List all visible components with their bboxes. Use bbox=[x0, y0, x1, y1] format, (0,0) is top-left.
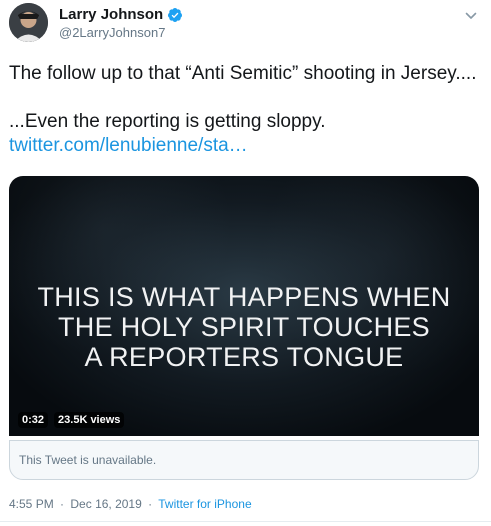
overlay-line: THIS IS WHAT HAPPENS WHEN bbox=[37, 282, 451, 312]
meta-separator: · bbox=[148, 497, 153, 511]
video-overlay-text: THIS IS WHAT HAPPENS WHEN THE HOLY SPIRI… bbox=[9, 282, 479, 372]
tweet-link[interactable]: twitter.com/lenubienne/sta… bbox=[9, 135, 248, 156]
author-display-name[interactable]: Larry Johnson bbox=[59, 6, 163, 23]
video-duration: 0:32 bbox=[18, 412, 49, 428]
video-views: 23.5K views bbox=[54, 412, 125, 428]
overlay-line: THE HOLY SPIRIT TOUCHES bbox=[58, 312, 430, 342]
avatar-image bbox=[9, 3, 48, 42]
avatar[interactable] bbox=[9, 3, 48, 42]
verified-badge-icon bbox=[168, 7, 183, 22]
quoted-tweet-unavailable: This Tweet is unavailable. bbox=[9, 440, 479, 480]
tweet-date[interactable]: Dec 16, 2019 bbox=[70, 497, 141, 511]
video-player[interactable]: THIS IS WHAT HAPPENS WHEN THE HOLY SPIRI… bbox=[9, 176, 479, 436]
divider bbox=[0, 521, 491, 522]
unavailable-text: This Tweet is unavailable. bbox=[19, 453, 157, 467]
author-name-row[interactable]: Larry Johnson bbox=[59, 6, 183, 23]
overlay-line: A REPORTERS TONGUE bbox=[84, 342, 404, 372]
tweet-text-line: ...Even the reporting is getting sloppy. bbox=[9, 111, 326, 132]
tweet-text-line: The follow up to that “Anti Semitic” sho… bbox=[9, 63, 477, 84]
tweet-text: The follow up to that “Anti Semitic” sho… bbox=[9, 62, 479, 158]
meta-separator: · bbox=[60, 497, 65, 511]
chevron-down-icon[interactable] bbox=[465, 10, 477, 22]
video-badge: 0:32 23.5K views bbox=[18, 412, 125, 428]
tweet-source-link[interactable]: Twitter for iPhone bbox=[158, 497, 251, 511]
tweet-meta: 4:55 PM · Dec 16, 2019 · Twitter for iPh… bbox=[9, 497, 252, 511]
tweet-text-spacer bbox=[9, 86, 479, 110]
author-handle[interactable]: @2LarryJohnson7 bbox=[59, 25, 165, 40]
tweet-time[interactable]: 4:55 PM bbox=[9, 497, 54, 511]
